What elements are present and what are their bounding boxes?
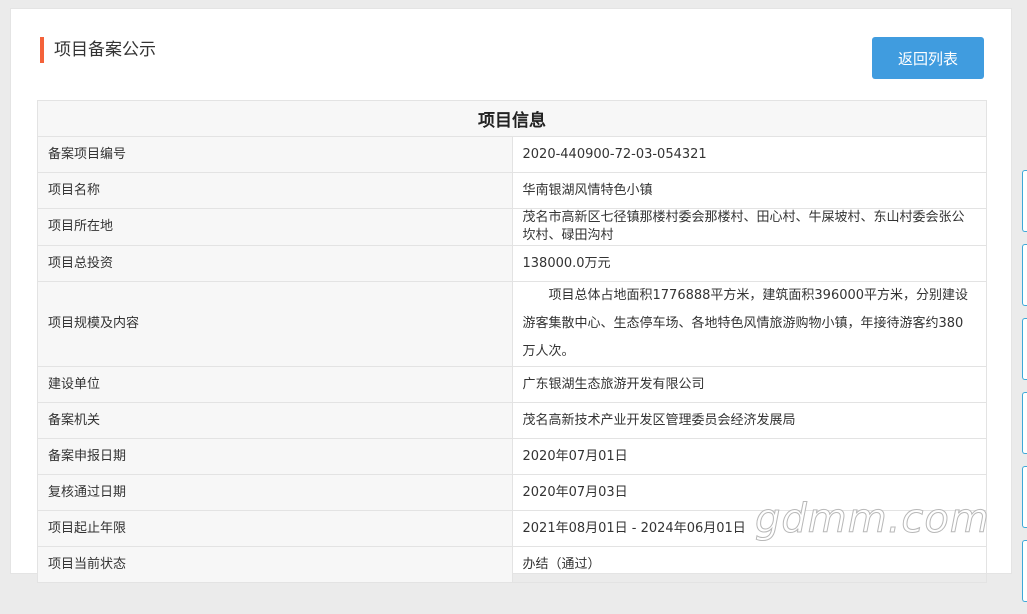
side-tab[interactable] — [1022, 392, 1027, 454]
row-label-builder: 建设单位 — [37, 366, 513, 403]
row-label-authority: 备案机关 — [37, 402, 513, 439]
row-label-scope: 项目规模及内容 — [37, 281, 513, 367]
section-header: 项目备案公示 — [40, 37, 156, 63]
row-value-location: 茂名市高新区七径镇那楼村委会那楼村、田心村、牛屎坡村、东山村委会张公坎村、碌田沟… — [511, 208, 987, 246]
table-row: 项目起止年限 2021年08月01日 - 2024年06月01日 — [37, 510, 987, 547]
table-row: 项目总投资 138000.0万元 — [37, 245, 987, 282]
row-value-total-investment: 138000.0万元 — [511, 245, 987, 282]
row-value-record-number: 2020-440900-72-03-054321 — [511, 136, 987, 173]
row-label-location: 项目所在地 — [37, 208, 513, 246]
side-tab[interactable] — [1022, 318, 1027, 380]
row-label-project-name: 项目名称 — [37, 172, 513, 209]
table-row: 备案项目编号 2020-440900-72-03-054321 — [37, 136, 987, 173]
row-value-filing-date: 2020年07月01日 — [511, 438, 987, 475]
side-tab[interactable] — [1022, 170, 1027, 232]
row-value-status: 办结（通过） — [511, 546, 987, 583]
table-row: 项目当前状态 办结（通过） — [37, 546, 987, 583]
table-row: 复核通过日期 2020年07月03日 — [37, 474, 987, 511]
content-card: 项目备案公示 返回列表 项目信息 备案项目编号 2020-440900-72-0… — [10, 8, 1012, 583]
table-row: 建设单位 广东银湖生态旅游开发有限公司 — [37, 366, 987, 403]
row-value-builder: 广东银湖生态旅游开发有限公司 — [511, 366, 987, 403]
row-label-record-number: 备案项目编号 — [37, 136, 513, 173]
table-row: 项目名称 华南银湖风情特色小镇 — [37, 172, 987, 209]
back-to-list-button[interactable]: 返回列表 — [872, 37, 984, 79]
side-tab[interactable] — [1022, 244, 1027, 306]
page-title: 项目备案公示 — [54, 40, 156, 60]
table-row: 项目所在地 茂名市高新区七径镇那楼村委会那楼村、田心村、牛屎坡村、东山村委会张公… — [37, 208, 987, 246]
row-label-approval-date: 复核通过日期 — [37, 474, 513, 511]
row-value-period: 2021年08月01日 - 2024年06月01日 — [511, 510, 987, 547]
side-float-tabs — [1022, 170, 1027, 614]
row-label-period: 项目起止年限 — [37, 510, 513, 547]
row-value-approval-date: 2020年07月03日 — [511, 474, 987, 511]
row-value-scope: 项目总体占地面积1776888平方米，建筑面积396000平方米，分别建设游客集… — [511, 281, 987, 367]
row-value-authority: 茂名高新技术产业开发区管理委员会经济发展局 — [511, 402, 987, 439]
table-title: 项目信息 — [37, 100, 987, 137]
row-label-status: 项目当前状态 — [37, 546, 513, 583]
row-label-filing-date: 备案申报日期 — [37, 438, 513, 475]
table-row: 项目规模及内容 项目总体占地面积1776888平方米，建筑面积396000平方米… — [37, 281, 987, 367]
accent-bar — [40, 37, 44, 63]
row-label-total-investment: 项目总投资 — [37, 245, 513, 282]
row-value-project-name: 华南银湖风情特色小镇 — [511, 172, 987, 209]
side-tab[interactable] — [1022, 466, 1027, 528]
table-row: 备案申报日期 2020年07月01日 — [37, 438, 987, 475]
side-tab[interactable] — [1022, 540, 1027, 602]
table-row: 备案机关 茂名高新技术产业开发区管理委员会经济发展局 — [37, 402, 987, 439]
project-info-table: 项目信息 备案项目编号 2020-440900-72-03-054321 项目名… — [37, 100, 987, 583]
